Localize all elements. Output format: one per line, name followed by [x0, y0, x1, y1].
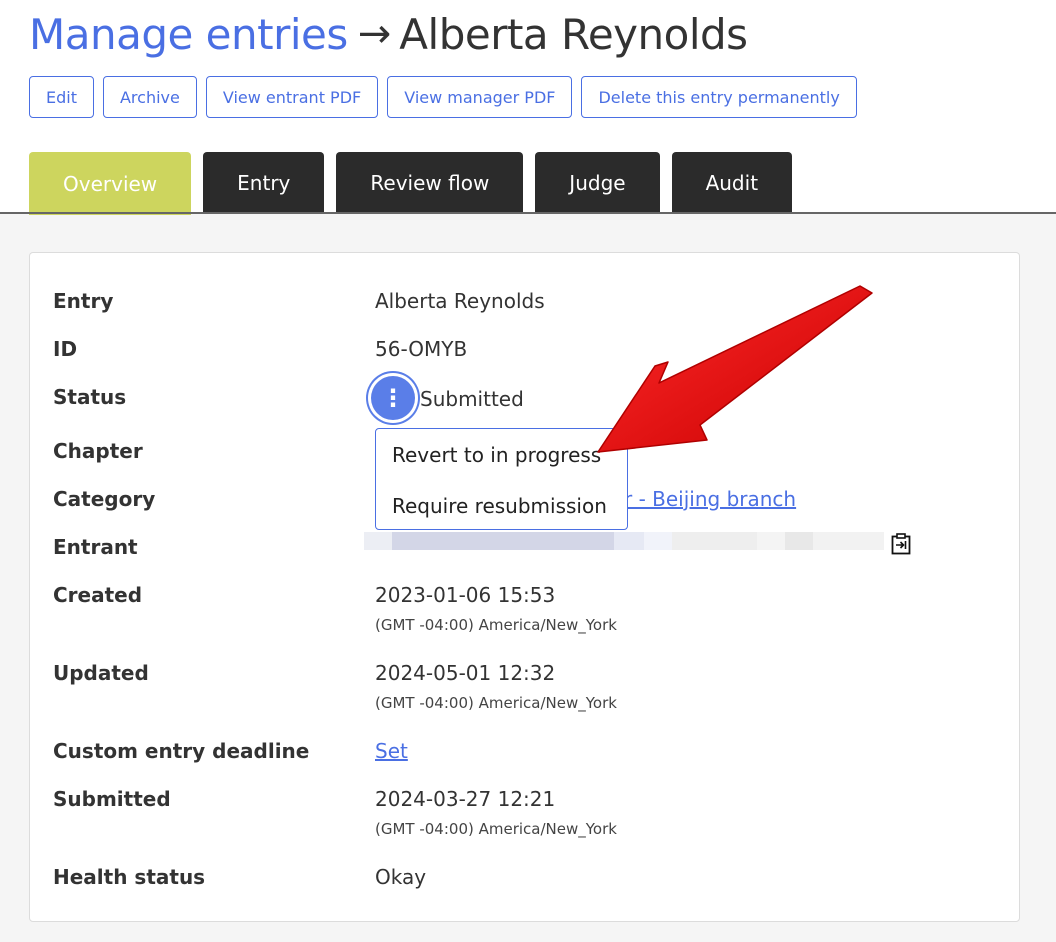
tab-divider	[0, 212, 1056, 214]
timezone-note: (GMT -04:00) America/New_York	[375, 820, 617, 838]
field-value: 56-OMYB	[375, 337, 468, 361]
tab-overview[interactable]: Overview	[29, 152, 192, 215]
manage-entries-link[interactable]: Manage entries	[29, 10, 348, 59]
category-link[interactable]: r - Beijing branch	[624, 487, 796, 511]
field-label: Created	[53, 583, 143, 607]
status-value: Submitted	[420, 387, 524, 411]
tab-audit[interactable]: Audit	[671, 152, 793, 213]
tab-bar: Overview Entry Review flow Judge Audit	[29, 152, 793, 215]
field-label: Health status	[53, 865, 206, 889]
field-label: Custom entry deadline	[53, 739, 310, 763]
archive-button[interactable]: Archive	[102, 76, 197, 118]
field-value: 2024-05-01 12:32	[375, 661, 556, 685]
page-header: Manage entries → Alberta Reynolds	[29, 4, 748, 64]
field-value: Okay	[375, 865, 427, 889]
field-label: Submitted	[53, 787, 171, 811]
set-deadline-link[interactable]: Set	[375, 739, 408, 763]
copy-clipboard-icon[interactable]	[891, 533, 911, 555]
field-label: Chapter	[53, 439, 143, 463]
edit-button[interactable]: Edit	[29, 76, 94, 118]
field-label: ID	[53, 337, 78, 361]
field-value: Alberta Reynolds	[375, 289, 545, 313]
view-manager-pdf-button[interactable]: View manager PDF	[387, 76, 573, 118]
more-vertical-icon: ⋮	[381, 384, 405, 412]
timezone-note: (GMT -04:00) America/New_York	[375, 616, 617, 634]
action-bar: Edit Archive View entrant PDF View manag…	[29, 76, 857, 118]
status-menu-button[interactable]: ⋮	[371, 376, 415, 420]
delete-entry-button[interactable]: Delete this entry permanently	[581, 76, 857, 118]
page-title: Alberta Reynolds	[399, 9, 748, 59]
field-value: 2023-01-06 15:53	[375, 583, 556, 607]
field-label: Status	[53, 385, 127, 409]
menu-item-require-resubmission[interactable]: Require resubmission	[392, 494, 607, 518]
field-label: Entry	[53, 289, 114, 313]
field-label: Category	[53, 487, 156, 511]
field-value: 2024-03-27 12:21	[375, 787, 556, 811]
field-label: Updated	[53, 661, 149, 685]
entrant-redacted	[364, 532, 884, 550]
breadcrumb-arrow: →	[357, 11, 392, 57]
tab-entry[interactable]: Entry	[203, 152, 325, 213]
field-label: Entrant	[53, 535, 138, 559]
tab-judge[interactable]: Judge	[535, 152, 660, 213]
view-entrant-pdf-button[interactable]: View entrant PDF	[205, 76, 379, 118]
timezone-note: (GMT -04:00) America/New_York	[375, 694, 617, 712]
red-arrow-annotation	[597, 285, 873, 453]
tab-review-flow[interactable]: Review flow	[336, 152, 524, 213]
